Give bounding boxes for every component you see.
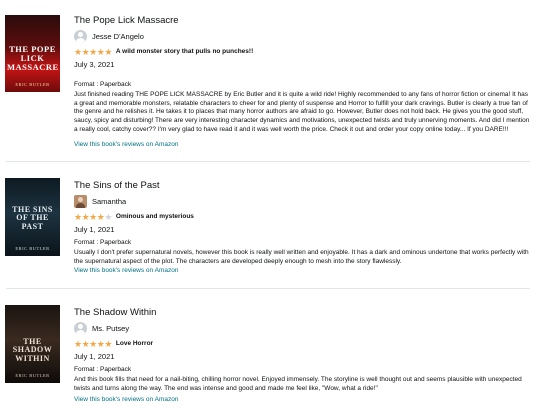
review-date: July 3, 2021 [74,60,115,69]
reviewer: Jesse D'Angelo [74,28,144,44]
cover-title: THE SHADOW WITHIN [12,337,53,363]
rating-line: ★★★★★ Love Horror [74,338,153,349]
book-cover[interactable]: THE SINS OF THE PAST ERIC BUTLER [5,178,60,256]
cover-author: ERIC BUTLER [15,82,50,87]
book-cover[interactable]: THE SHADOW WITHIN ERIC BUTLER [5,305,60,383]
book-cover[interactable]: THE POPE LICK MASSACRE ERIC BUTLER [5,15,60,92]
review-card: THE POPE LICK MASSACRE ERIC BUTLER The P… [0,0,540,160]
review-headline: Love Horror [115,340,154,347]
book-title[interactable]: The Pope Lick Massacre [74,15,534,27]
book-title[interactable]: The Sins of the Past [74,180,534,192]
review-headline: Ominous and mysterious [115,213,194,220]
divider [6,288,530,289]
avatar [74,29,87,43]
reviewer: Samantha [74,193,126,209]
book-format: Format : Paperback [74,81,132,88]
review-body: The Shadow Within Ms. Putsey ★★★★★ Love … [74,307,534,403]
review-date: July 1, 2021 [74,352,115,361]
cover-author: ERIC BUTLER [15,246,50,251]
reviewer: Ms. Putsey [74,320,129,336]
review-text: And this book fills that need for a nail… [74,376,522,392]
review-card: THE SHADOW WITHIN ERIC BUTLER The Shadow… [0,291,540,415]
book-format: Format : Paperback [74,366,132,373]
review-card: THE SINS OF THE PAST ERIC BUTLER The Sin… [0,166,540,284]
divider [6,161,530,162]
reviewer-name[interactable]: Ms. Putsey [92,324,129,333]
star-rating-icon: ★★★★★ [74,211,112,222]
review-text: Usually I don't prefer supernatural nove… [74,249,529,265]
review-body: The Pope Lick Massacre Jesse D'Angelo ★★… [74,15,534,148]
star-rating-icon: ★★★★★ [74,46,112,57]
book-format: Format : Paperback [74,239,132,246]
review-headline: A wild monster story that pulls no punch… [115,48,254,55]
reviewer-name[interactable]: Samantha [92,197,126,206]
review-date: July 1, 2021 [74,225,115,234]
review-body: The Sins of the Past Samantha ★★★★★ Omin… [74,180,534,274]
avatar [74,321,87,335]
cover-title: THE POPE LICK MASSACRE [7,44,59,72]
review-list: THE POPE LICK MASSACRE ERIC BUTLER The P… [0,0,540,415]
rating-line: ★★★★★ Ominous and mysterious [74,211,194,222]
rating-line: ★★★★★ A wild monster story that pulls no… [74,46,253,57]
star-rating-icon: ★★★★★ [74,338,112,349]
amazon-reviews-link[interactable]: View this book's reviews on Amazon [74,396,178,403]
amazon-reviews-link[interactable]: View this book's reviews on Amazon [74,267,178,274]
book-title[interactable]: The Shadow Within [74,307,534,319]
avatar [74,194,87,208]
amazon-reviews-link[interactable]: View this book's reviews on Amazon [74,141,178,148]
reviewer-name[interactable]: Jesse D'Angelo [92,32,144,41]
cover-author: ERIC BUTLER [15,373,50,378]
cover-title: THE SINS OF THE PAST [12,205,53,231]
review-text: Just finished reading THE POPE LICK MASS… [74,91,530,133]
